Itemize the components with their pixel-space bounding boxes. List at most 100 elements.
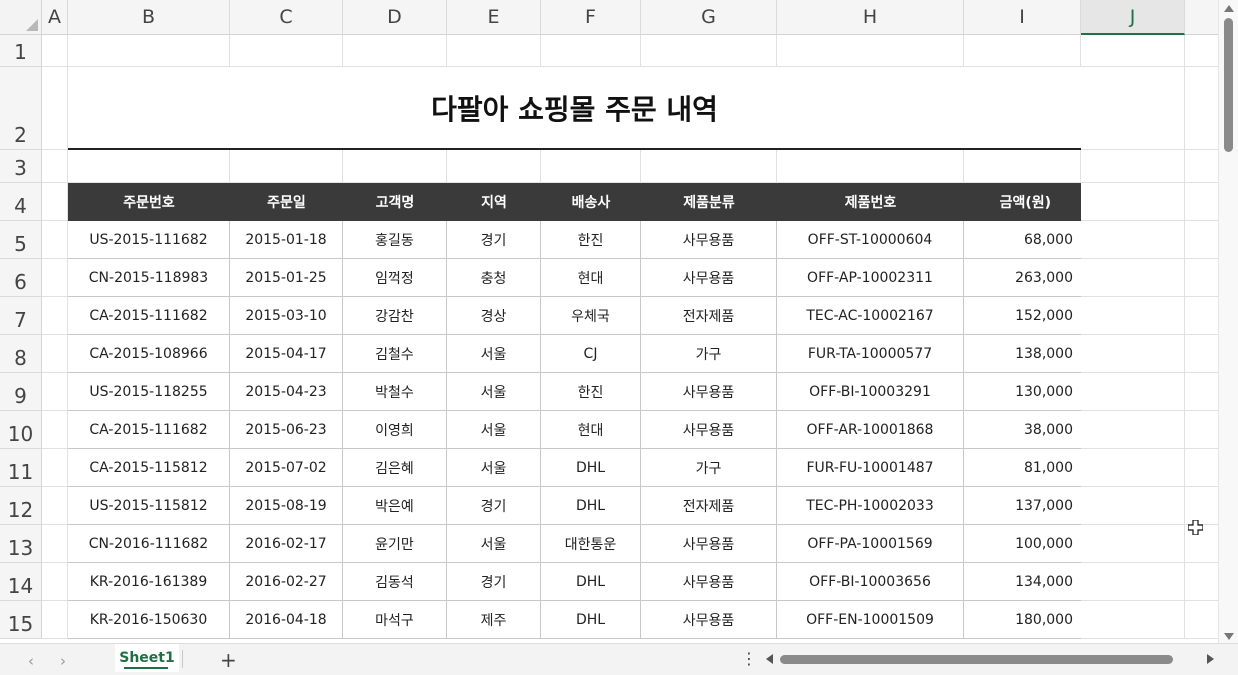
table-cell[interactable]: DHL — [541, 601, 641, 639]
table-cell[interactable]: 박철수 — [343, 373, 447, 411]
table-cell[interactable]: 2015-04-17 — [230, 335, 343, 373]
row-header[interactable]: 4 — [0, 183, 42, 221]
table-cell[interactable]: 전자제품 — [641, 487, 777, 525]
empty-cell[interactable] — [1081, 601, 1185, 639]
table-cell[interactable]: 윤기만 — [343, 525, 447, 563]
empty-cell[interactable] — [1081, 411, 1185, 449]
column-header[interactable]: A — [42, 0, 68, 35]
table-cell[interactable]: 사무용품 — [641, 601, 777, 639]
table-cell[interactable]: OFF-AR-10001868 — [777, 411, 964, 449]
row-header[interactable]: 6 — [0, 259, 42, 297]
empty-cell[interactable] — [1185, 335, 1218, 373]
table-cell[interactable]: 사무용품 — [641, 259, 777, 297]
table-cell[interactable]: 경기 — [447, 221, 541, 259]
column-header[interactable]: I — [964, 0, 1081, 35]
column-header[interactable]: E — [447, 0, 541, 35]
horizontal-scroll-thumb[interactable] — [780, 655, 1173, 664]
table-cell[interactable]: 한진 — [541, 221, 641, 259]
empty-cell[interactable] — [42, 525, 68, 563]
empty-cell[interactable] — [42, 601, 68, 639]
empty-cell[interactable] — [42, 183, 68, 221]
empty-cell[interactable] — [447, 150, 541, 183]
empty-cell[interactable] — [1185, 373, 1218, 411]
table-cell[interactable]: 사무용품 — [641, 411, 777, 449]
prev-sheet-chevron-icon[interactable]: ‹ — [28, 652, 34, 670]
table-cell[interactable]: 사무용품 — [641, 221, 777, 259]
table-cell[interactable]: 81,000 — [964, 449, 1081, 487]
table-cell[interactable]: DHL — [541, 449, 641, 487]
table-header-cell[interactable]: 지역 — [447, 183, 541, 221]
empty-cell[interactable] — [1081, 35, 1185, 67]
empty-cell[interactable] — [1185, 35, 1218, 67]
empty-cell[interactable] — [1185, 563, 1218, 601]
table-cell[interactable]: OFF-ST-10000604 — [777, 221, 964, 259]
table-cell[interactable]: 2015-07-02 — [230, 449, 343, 487]
table-cell[interactable]: 충청 — [447, 259, 541, 297]
vertical-scroll-thumb[interactable] — [1224, 18, 1233, 152]
spreadsheet-area[interactable]: A B C D E F G H I J 1 2 3 4 5 6 7 8 9 10… — [0, 0, 1218, 643]
empty-cell[interactable] — [1081, 297, 1185, 335]
table-cell[interactable]: CN-2016-111682 — [68, 525, 230, 563]
table-cell[interactable]: 68,000 — [964, 221, 1081, 259]
empty-cell[interactable] — [1185, 297, 1218, 335]
table-cell[interactable]: US-2015-118255 — [68, 373, 230, 411]
table-cell[interactable]: 서울 — [447, 373, 541, 411]
table-cell[interactable]: KR-2016-150630 — [68, 601, 230, 639]
empty-cell[interactable] — [777, 35, 964, 67]
empty-cell[interactable] — [1185, 67, 1218, 150]
table-cell[interactable]: TEC-PH-10002033 — [777, 487, 964, 525]
table-header-cell[interactable]: 주문번호 — [68, 183, 230, 221]
vertical-scrollbar[interactable] — [1218, 0, 1238, 643]
table-cell[interactable]: 서울 — [447, 411, 541, 449]
scroll-left-arrow-icon[interactable] — [766, 654, 773, 664]
table-cell[interactable]: US-2015-115812 — [68, 487, 230, 525]
table-cell[interactable]: 임꺽정 — [343, 259, 447, 297]
table-cell[interactable]: 홍길동 — [343, 221, 447, 259]
scroll-down-arrow-icon[interactable] — [1224, 633, 1234, 640]
empty-cell[interactable] — [541, 35, 641, 67]
table-cell[interactable]: 서울 — [447, 525, 541, 563]
table-cell[interactable]: 2016-04-18 — [230, 601, 343, 639]
table-cell[interactable]: OFF-BI-10003291 — [777, 373, 964, 411]
column-header[interactable]: H — [777, 0, 964, 35]
table-cell[interactable]: 경기 — [447, 563, 541, 601]
empty-cell[interactable] — [42, 259, 68, 297]
select-all-corner[interactable] — [0, 0, 42, 35]
row-header[interactable]: 10 — [0, 411, 42, 449]
row-header[interactable]: 11 — [0, 449, 42, 487]
table-cell[interactable]: 대한통운 — [541, 525, 641, 563]
row-header[interactable]: 15 — [0, 601, 42, 639]
next-sheet-chevron-icon[interactable]: › — [60, 652, 66, 670]
empty-cell[interactable] — [343, 150, 447, 183]
table-cell[interactable]: OFF-BI-10003656 — [777, 563, 964, 601]
table-cell[interactable]: 김동석 — [343, 563, 447, 601]
empty-cell[interactable] — [1185, 449, 1218, 487]
table-header-cell[interactable]: 배송사 — [541, 183, 641, 221]
table-cell[interactable]: 가구 — [641, 335, 777, 373]
table-cell[interactable]: 서울 — [447, 335, 541, 373]
column-header-empty[interactable] — [1185, 0, 1218, 35]
table-cell[interactable]: 김은혜 — [343, 449, 447, 487]
scroll-up-arrow-icon[interactable] — [1224, 5, 1234, 12]
empty-cell[interactable] — [777, 150, 964, 183]
table-cell[interactable]: 사무용품 — [641, 525, 777, 563]
table-cell[interactable]: CA-2015-108966 — [68, 335, 230, 373]
table-cell[interactable]: CA-2015-111682 — [68, 411, 230, 449]
table-cell[interactable]: 사무용품 — [641, 563, 777, 601]
table-header-cell[interactable]: 고객명 — [343, 183, 447, 221]
empty-cell[interactable] — [230, 150, 343, 183]
table-cell[interactable]: 130,000 — [964, 373, 1081, 411]
empty-cell[interactable] — [42, 411, 68, 449]
empty-cell[interactable] — [42, 487, 68, 525]
table-cell[interactable]: CA-2015-115812 — [68, 449, 230, 487]
column-header[interactable]: C — [230, 0, 343, 35]
table-cell[interactable]: 우체국 — [541, 297, 641, 335]
table-cell[interactable]: 2015-01-18 — [230, 221, 343, 259]
table-cell[interactable]: CN-2015-118983 — [68, 259, 230, 297]
table-header-cell[interactable]: 금액(원) — [964, 183, 1081, 221]
table-cell[interactable]: 2015-03-10 — [230, 297, 343, 335]
column-header[interactable]: F — [541, 0, 641, 35]
row-header[interactable]: 9 — [0, 373, 42, 411]
empty-cell[interactable] — [1185, 221, 1218, 259]
table-cell[interactable]: 서울 — [447, 449, 541, 487]
